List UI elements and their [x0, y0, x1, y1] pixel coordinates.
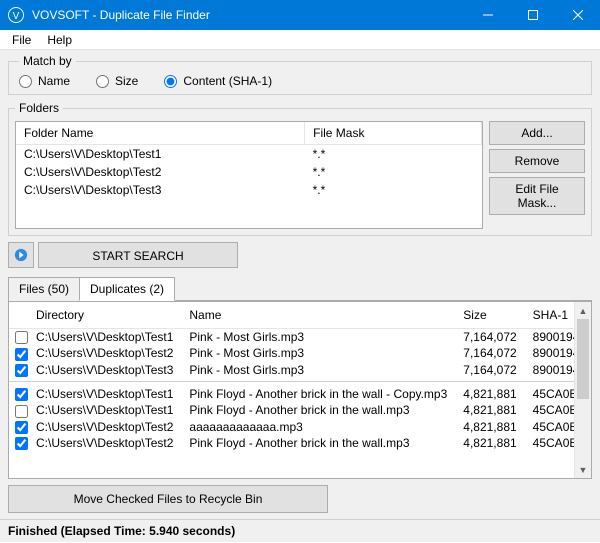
folder-name-cell: C:\Users\V\Desktop\Test2: [16, 163, 305, 181]
result-sha-cell: 45CA0E38D6CA...: [525, 386, 574, 402]
window-title: VOVSOFT - Duplicate File Finder: [32, 8, 465, 22]
arrow-right-icon: [14, 248, 28, 262]
scroll-up-icon[interactable]: ▲: [575, 302, 591, 319]
result-name-cell: aaaaaaaaaaaaa.mp3: [181, 419, 455, 435]
folders-list[interactable]: Folder Name File Mask C:\Users\V\Desktop…: [15, 121, 483, 229]
folder-mask-cell: *.*: [305, 163, 482, 181]
close-button[interactable]: [555, 0, 600, 30]
result-checkbox[interactable]: [15, 364, 28, 377]
svg-text:V: V: [13, 11, 20, 22]
match-name-radio[interactable]: Name: [19, 74, 70, 88]
result-size-cell: 4,821,881: [455, 419, 524, 435]
menu-file[interactable]: File: [4, 31, 39, 49]
folders-legend: Folders: [15, 101, 63, 115]
result-name-cell: Pink Floyd - Another brick in the wall -…: [181, 386, 455, 402]
result-name-cell: Pink Floyd - Another brick in the wall.m…: [181, 435, 455, 451]
result-size-cell: 4,821,881: [455, 402, 524, 418]
result-name-cell: Pink Floyd - Another brick in the wall.m…: [181, 402, 455, 418]
folder-mask-cell: *.*: [305, 145, 482, 164]
result-checkbox[interactable]: [15, 437, 28, 450]
result-checkbox[interactable]: [15, 405, 28, 418]
results-header-name[interactable]: Name: [181, 302, 455, 329]
folder-name-cell: C:\Users\V\Desktop\Test3: [16, 181, 305, 199]
match-size-label: Size: [115, 74, 138, 88]
result-sha-cell: 45CA0E38D6CA...: [525, 402, 574, 418]
result-dir-cell: C:\Users\V\Desktop\Test1: [28, 386, 181, 402]
match-content-label: Content (SHA-1): [183, 74, 272, 88]
result-sha-cell: 45CA0E38D6CA...: [525, 435, 574, 451]
tab-duplicates[interactable]: Duplicates (2): [79, 277, 175, 301]
scroll-thumb[interactable]: [577, 319, 589, 399]
result-size-cell: 4,821,881: [455, 386, 524, 402]
tab-files[interactable]: Files (50): [8, 277, 80, 301]
folders-header-name[interactable]: Folder Name: [16, 122, 305, 145]
result-dir-cell: C:\Users\V\Desktop\Test2: [28, 419, 181, 435]
result-name-cell: Pink - Most Girls.mp3: [181, 345, 455, 361]
menubar: File Help: [0, 30, 600, 50]
result-name-cell: Pink - Most Girls.mp3: [181, 362, 455, 378]
result-size-cell: 4,821,881: [455, 435, 524, 451]
result-size-cell: 7,164,072: [455, 329, 524, 346]
match-by-group: Match by Name Size Content (SHA-1): [8, 54, 592, 95]
match-content-input[interactable]: [164, 75, 177, 88]
folder-name-cell: C:\Users\V\Desktop\Test1: [16, 145, 305, 164]
folder-mask-cell: *.*: [305, 181, 482, 199]
folders-header-mask[interactable]: File Mask: [305, 122, 482, 145]
result-row[interactable]: C:\Users\V\Desktop\Test1Pink Floyd - Ano…: [9, 386, 574, 402]
window-controls: [465, 0, 600, 30]
app-icon: V: [8, 7, 24, 23]
result-checkbox[interactable]: [15, 388, 28, 401]
match-name-input[interactable]: [19, 75, 32, 88]
results-header-size[interactable]: Size: [455, 302, 524, 329]
match-size-radio[interactable]: Size: [96, 74, 138, 88]
edit-mask-button[interactable]: Edit File Mask...: [489, 177, 585, 215]
start-search-button[interactable]: START SEARCH: [38, 242, 238, 268]
folder-row[interactable]: C:\Users\V\Desktop\Test1*.*: [16, 145, 482, 164]
status-bar: Finished (Elapsed Time: 5.940 seconds): [0, 519, 600, 542]
result-dir-cell: C:\Users\V\Desktop\Test3: [28, 362, 181, 378]
results-header-directory[interactable]: Directory: [28, 302, 181, 329]
match-content-radio[interactable]: Content (SHA-1): [164, 74, 272, 88]
result-sha-cell: 89001948AF020...: [525, 345, 574, 361]
result-row[interactable]: C:\Users\V\Desktop\Test2Pink Floyd - Ano…: [9, 435, 574, 451]
add-button[interactable]: Add...: [489, 121, 585, 145]
result-row[interactable]: C:\Users\V\Desktop\Test2Pink - Most Girl…: [9, 345, 574, 361]
result-sha-cell: 45CA0E38D6CA...: [525, 419, 574, 435]
match-by-legend: Match by: [19, 54, 76, 68]
results-header-sha[interactable]: SHA-1: [525, 302, 574, 329]
match-size-input[interactable]: [96, 75, 109, 88]
menu-help[interactable]: Help: [39, 31, 80, 49]
titlebar: V VOVSOFT - Duplicate File Finder: [0, 0, 600, 30]
move-to-recycle-button[interactable]: Move Checked Files to Recycle Bin: [8, 485, 328, 513]
result-dir-cell: C:\Users\V\Desktop\Test2: [28, 345, 181, 361]
result-name-cell: Pink - Most Girls.mp3: [181, 329, 455, 346]
result-dir-cell: C:\Users\V\Desktop\Test1: [28, 402, 181, 418]
result-size-cell: 7,164,072: [455, 345, 524, 361]
scroll-down-icon[interactable]: ▼: [575, 461, 591, 478]
folder-row[interactable]: C:\Users\V\Desktop\Test3*.*: [16, 181, 482, 199]
minimize-button[interactable]: [465, 0, 510, 30]
result-checkbox[interactable]: [15, 348, 28, 361]
result-row[interactable]: C:\Users\V\Desktop\Test1Pink Floyd - Ano…: [9, 402, 574, 418]
result-checkbox[interactable]: [15, 421, 28, 434]
remove-button[interactable]: Remove: [489, 149, 585, 173]
results-panel: Directory Name Size SHA-1 C:\Users\V\Des…: [8, 301, 592, 479]
result-dir-cell: C:\Users\V\Desktop\Test2: [28, 435, 181, 451]
tabs: Files (50) Duplicates (2): [8, 276, 592, 301]
match-name-label: Name: [38, 74, 70, 88]
folder-row[interactable]: C:\Users\V\Desktop\Test2*.*: [16, 163, 482, 181]
result-row[interactable]: C:\Users\V\Desktop\Test1Pink - Most Girl…: [9, 329, 574, 346]
result-row[interactable]: C:\Users\V\Desktop\Test2aaaaaaaaaaaaa.mp…: [9, 419, 574, 435]
result-size-cell: 7,164,072: [455, 362, 524, 378]
results-scrollbar[interactable]: ▲ ▼: [574, 302, 591, 478]
result-sha-cell: 89001948AF020...: [525, 329, 574, 346]
maximize-button[interactable]: [510, 0, 555, 30]
result-row[interactable]: C:\Users\V\Desktop\Test3Pink - Most Girl…: [9, 362, 574, 378]
result-sha-cell: 89001948AF020...: [525, 362, 574, 378]
search-icon-button[interactable]: [8, 242, 34, 268]
folders-group: Folders Folder Name File Mask C:\Users\V…: [8, 101, 592, 236]
result-checkbox[interactable]: [15, 331, 28, 344]
result-dir-cell: C:\Users\V\Desktop\Test1: [28, 329, 181, 346]
